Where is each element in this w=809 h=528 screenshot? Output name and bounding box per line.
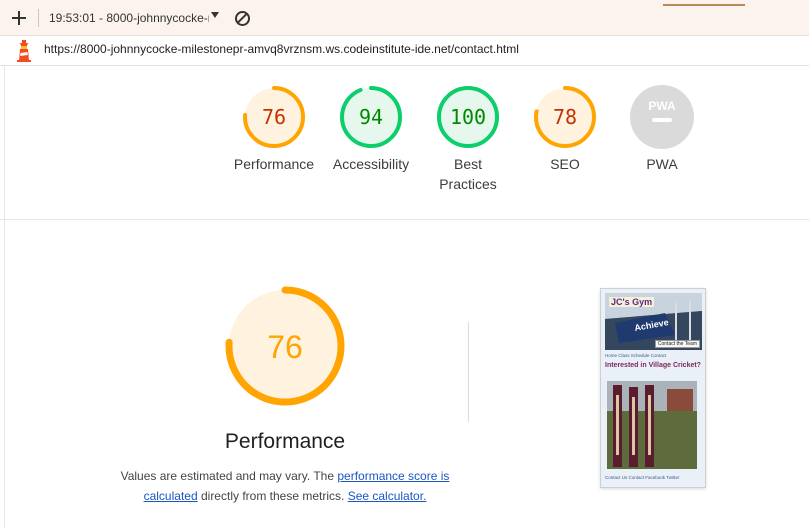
gauge-label: Best Practices [439,156,497,192]
final-screenshot-thumbnail[interactable]: Achieve JC's Gym Contact the Team Home C… [600,288,706,488]
report-url-bar: https://8000-johnnycocke-milestonepr-amv… [0,36,809,66]
gauge-seo[interactable]: 78 SEO [517,84,613,174]
cricket-stumps-image [607,381,697,469]
thumbnail-contact-button: Contact the Team [654,340,700,348]
pwa-badge-text: PWA [648,99,676,113]
thumbnail-cricket-photo [607,381,697,469]
section-divider [468,322,469,422]
gauge-ring: 94 [340,86,402,148]
desc-text-middle: directly from these metrics. [197,489,348,503]
thumbnail-nav: Home Class Schedule Contact [605,353,667,358]
gauge-performance[interactable]: 76 Performance [226,84,322,174]
metrics-description: Values are estimated and may vary. The p… [110,466,460,506]
thumbnail-footer: Contact Us Contact Facebook Twitter [605,475,680,480]
gauge-label: Performance [233,156,315,172]
gauge-score: 76 [267,329,303,365]
gauge-score: 94 [359,105,383,129]
calculator-link[interactable]: See calculator. [348,489,427,503]
gauge-pwa[interactable]: PWA PWA [614,84,710,174]
gauge-ring: 78 [534,86,596,148]
thumbnail-logo: JC's Gym [609,297,655,307]
caret-down-icon[interactable] [211,12,219,18]
tab-indicator [663,4,745,6]
category-gauges: 76 Performance 94 Accessibility 100 Best… [0,66,809,220]
plus-icon[interactable] [10,9,28,27]
gauge-best-practices[interactable]: 100 Best Practices [420,84,516,194]
page-url[interactable]: https://8000-johnnycocke-milestonepr-amv… [44,42,519,56]
pwa-dash [652,118,672,122]
pwa-badge-icon: PWA [630,85,694,149]
panel-edge [4,66,5,528]
thumbnail-hero-image: Achieve JC's Gym Contact the Team [605,293,702,350]
gauge-score: 78 [553,105,577,129]
devtools-toolbar: 19:53:01 - 8000-johnnycocke-milestonepr [0,0,809,36]
gauge-label: PWA [646,156,678,172]
desc-text: Values are estimated and may vary. The [120,469,338,483]
pwa-badge-background [630,85,694,149]
performance-main-gauge: 76 [225,286,345,406]
gauge-ring: 76 [243,86,305,148]
gauge-ring: 100 [437,86,499,148]
block-icon[interactable] [235,11,250,26]
lighthouse-icon [17,40,31,62]
gauge-score: 76 [262,105,286,129]
report-session-selector[interactable]: 19:53:01 - 8000-johnnycocke-milestonepr [49,11,209,25]
gauge-score: 100 [450,105,486,129]
gauge-label: SEO [550,156,580,172]
section-title: Performance [224,430,346,453]
thumbnail-heading: Interested in Village Cricket? [605,362,701,369]
gauge-accessibility[interactable]: 94 Accessibility [323,84,419,174]
gauge-label: Accessibility [332,156,410,172]
toolbar-divider [38,9,39,27]
